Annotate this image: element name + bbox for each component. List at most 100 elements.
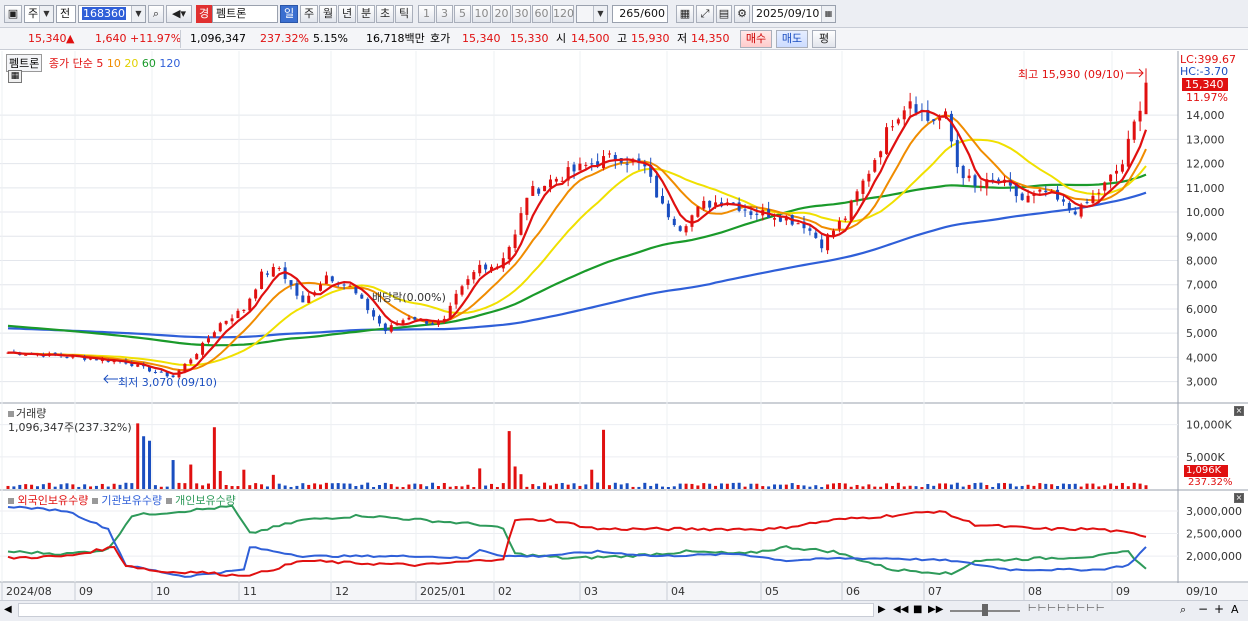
market-select[interactable]: 주 ▼ [24, 5, 54, 23]
interval-30-button[interactable]: 30 [512, 5, 531, 23]
interval-1-button[interactable]: 1 [418, 5, 435, 23]
speaker-icon[interactable]: ◀▾ [166, 5, 192, 23]
nav-stop-icon[interactable]: ■ [913, 604, 922, 615]
candle-body [289, 280, 293, 286]
candle-body [837, 221, 841, 229]
volume-bar [401, 487, 405, 489]
search-icon[interactable]: ⌕ [148, 5, 164, 23]
auto-scale-button[interactable]: A [1231, 603, 1239, 616]
interval-60-button[interactable]: 60 [532, 5, 551, 23]
zoom-slider-handle[interactable] [982, 604, 988, 616]
scroll-track[interactable] [18, 603, 874, 617]
price-tick-label: 10,000 [1186, 206, 1225, 219]
candle-body [484, 264, 488, 270]
volume-bar [778, 484, 782, 489]
volume-bar [395, 486, 399, 489]
interval-20-button[interactable]: 20 [492, 5, 511, 23]
candle-body [1061, 199, 1065, 202]
volume-bar [613, 482, 617, 489]
volume-bar [607, 485, 611, 489]
volume-bar [631, 486, 635, 489]
volume-bar [495, 486, 499, 489]
calc-icon[interactable]: ▦ [8, 70, 22, 83]
volume-bar [360, 484, 364, 489]
period-second-button[interactable]: 초 [376, 5, 394, 23]
volume-bar [71, 484, 75, 489]
save-icon[interactable]: ▤ [716, 5, 732, 23]
nav-last-icon[interactable]: ▶▶ [928, 604, 943, 615]
volume-bar [938, 483, 942, 489]
stock-name-field[interactable]: 펨트론 [212, 5, 278, 23]
candle-body [383, 323, 387, 332]
close-icon[interactable]: × [1234, 406, 1244, 416]
chart-menu-icon[interactable]: ▣ [4, 5, 22, 23]
candle-body [230, 318, 234, 322]
count-field[interactable]: 265/600 [612, 5, 668, 23]
holding-tick-label: 2,500,000 [1186, 528, 1242, 541]
prev-select[interactable]: 전 [56, 5, 76, 23]
volume-bar [784, 484, 788, 489]
candle-body [914, 104, 918, 113]
month-label: 05 [765, 585, 779, 598]
volume-bar [584, 484, 588, 489]
candle-body [678, 226, 682, 231]
sell-button[interactable]: 매도 [776, 30, 808, 48]
scroll-right-icon[interactable]: ▶ [878, 604, 886, 615]
stock-chart[interactable]: 3,000 4,000 5,000 6,000 7,000 8,000 9,000 10,00… [0, 51, 1248, 621]
volume-bar [271, 474, 275, 489]
stock-name: 펨트론 [216, 7, 247, 20]
volume-bar [719, 483, 723, 489]
volume-bar [12, 486, 16, 489]
interval-custom-field[interactable]: ▼ [576, 5, 608, 23]
volume-bar [767, 486, 771, 489]
volume-bar [47, 482, 51, 489]
volume-bar [637, 486, 641, 489]
candle-body [1138, 110, 1142, 122]
close-icon[interactable]: × [1234, 493, 1244, 503]
volume-bar [985, 484, 989, 489]
chevron-down-icon: ▼ [39, 6, 53, 22]
volume-bar [755, 483, 759, 489]
line-draw-icon[interactable]: ⤢ [696, 5, 714, 23]
nav-first-icon[interactable]: ◀◀ [893, 604, 908, 615]
scroll-left-icon[interactable]: ◀ [4, 604, 12, 615]
price-value: 15,340 [28, 32, 67, 45]
interval-10-button[interactable]: 10 [472, 5, 491, 23]
interval-5-button[interactable]: 5 [454, 5, 471, 23]
buy-button[interactable]: 매수 [740, 30, 772, 48]
period-month-button[interactable]: 월 [319, 5, 337, 23]
candle-body [938, 117, 942, 121]
volume-bar [159, 486, 163, 489]
month-label: 11 [243, 585, 257, 598]
zoom-out-button[interactable]: − [1198, 602, 1208, 616]
interval-3-button[interactable]: 3 [436, 5, 453, 23]
volume-bar [248, 485, 252, 489]
date-field[interactable]: 2025/09/10 ▦ [752, 5, 836, 23]
volume-bar [1115, 485, 1119, 489]
volume-bar [773, 484, 777, 489]
volume-bar [431, 482, 435, 489]
volume-bar [967, 484, 971, 489]
code-input[interactable]: 168360 ▼ [78, 5, 146, 23]
grid-icon[interactable]: ▦ [676, 5, 694, 23]
gear-icon[interactable]: ⚙ [734, 5, 750, 23]
drawing-tools-icon[interactable]: ⊢⊢⊢⊢⊢⊢⊢⊢ [1028, 603, 1106, 614]
eval-button[interactable]: 평 [812, 30, 836, 48]
period-day-button[interactable]: 일 [280, 5, 298, 23]
period-minute-button[interactable]: 분 [357, 5, 375, 23]
month-label: 09 [79, 585, 93, 598]
volume-bar [136, 423, 140, 489]
candle-body [319, 284, 323, 291]
search-icon[interactable]: ⌕ [1180, 603, 1186, 617]
low-value: 14,350 [691, 32, 730, 45]
period-tick-button[interactable]: 틱 [395, 5, 413, 23]
toolbar: ▣ 주 ▼ 전 168360 ▼ ⌕ ◀▾ 경 펨트론 일 주 월 년 분 초 틱 … [0, 0, 1248, 28]
candle-body [507, 246, 511, 260]
volume-bar [448, 486, 452, 489]
candle-body [1103, 182, 1107, 191]
candle-body [153, 371, 157, 373]
period-week-button[interactable]: 주 [300, 5, 318, 23]
period-year-button[interactable]: 년 [338, 5, 356, 23]
zoom-in-button[interactable]: + [1214, 602, 1224, 616]
interval-120-button[interactable]: 120 [552, 5, 574, 23]
